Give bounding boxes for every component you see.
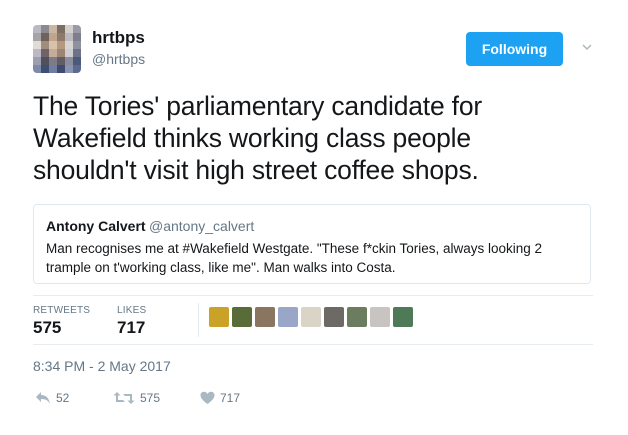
avatar-pixel (65, 49, 73, 57)
tweet-line: The Tories' parliamentary candidate for (33, 91, 482, 121)
reply-icon (36, 392, 50, 404)
avatar-pixel (57, 65, 65, 73)
liker-avatar[interactable] (370, 307, 390, 327)
likes-count[interactable]: 717 (117, 318, 145, 338)
avatar-pixel (73, 65, 81, 73)
tweet-text: The Tories' parliamentary candidate for … (33, 90, 593, 186)
avatar-pixel (33, 65, 41, 73)
tweet-timestamp[interactable]: 8:34 PM - 2 May 2017 (33, 358, 171, 374)
avatar-pixel (49, 33, 57, 41)
avatar-pixel (65, 65, 73, 73)
liker-avatar[interactable] (255, 307, 275, 327)
chevron-down-icon[interactable] (580, 40, 594, 54)
liker-avatar[interactable] (347, 307, 367, 327)
avatar-pixel (41, 49, 49, 57)
avatar-pixel (65, 25, 73, 33)
quoted-line: trample on t'working class, like me". Ma… (46, 260, 396, 275)
tweet-line: Wakefield thinks working class people (33, 123, 471, 153)
liker-avatar[interactable] (209, 307, 229, 327)
stats-divider (198, 303, 199, 337)
retweet-count: 575 (140, 391, 161, 405)
avatar-pixel (73, 57, 81, 65)
avatar-pixel (33, 57, 41, 65)
reply-button[interactable]: 52 (35, 391, 69, 405)
avatar-pixel (33, 41, 41, 49)
avatar-pixel (65, 41, 73, 49)
avatar-pixel (57, 49, 65, 57)
liker-avatar[interactable] (393, 307, 413, 327)
liker-avatars (209, 307, 413, 327)
like-button[interactable]: 717 (200, 391, 240, 405)
author-handle[interactable]: @hrtbps (92, 51, 145, 67)
retweets-count[interactable]: 575 (33, 318, 61, 338)
divider (33, 295, 593, 296)
avatar-pixel (33, 33, 41, 41)
liker-avatar[interactable] (301, 307, 321, 327)
quoted-author-handle[interactable]: @antony_calvert (149, 218, 254, 234)
liker-avatar[interactable] (278, 307, 298, 327)
reply-count: 52 (56, 391, 70, 405)
tweet-line: shouldn't visit high street coffee shops… (33, 155, 479, 185)
avatar-pixel (49, 49, 57, 57)
quoted-line: Man recognises me at #Wakefield Westgate… (46, 241, 543, 256)
retweet-button[interactable]: 575 (113, 391, 160, 405)
avatar-pixel (33, 49, 41, 57)
following-button-label: Following (481, 41, 548, 57)
avatar-pixel (65, 33, 73, 41)
avatar-pixel (33, 25, 41, 33)
avatar-pixel (49, 65, 57, 73)
avatar-pixel (41, 33, 49, 41)
avatar-pixel (57, 41, 65, 49)
avatar-pixel (49, 57, 57, 65)
avatar-pixel (41, 41, 49, 49)
avatar-pixel (73, 33, 81, 41)
quoted-tweet-text: Man recognises me at #Wakefield Westgate… (46, 239, 581, 277)
author-name[interactable]: hrtbps (92, 28, 145, 48)
quoted-tweet[interactable]: Antony Calvert @antony_calvert Man recog… (33, 204, 591, 284)
likes-label[interactable]: LIKES (117, 305, 146, 316)
avatar-pixel (41, 57, 49, 65)
heart-icon (200, 391, 215, 404)
like-count: 717 (220, 391, 241, 405)
avatar-pixel (49, 41, 57, 49)
avatar-pixel (65, 57, 73, 65)
quoted-author-name[interactable]: Antony Calvert (46, 218, 146, 234)
avatar-pixel (73, 49, 81, 57)
retweets-label[interactable]: RETWEETS (33, 305, 90, 316)
avatar-pixel (57, 57, 65, 65)
avatar-pixel (49, 25, 57, 33)
liker-avatar[interactable] (324, 307, 344, 327)
divider (33, 344, 593, 345)
avatar-pixel (41, 65, 49, 73)
retweet-icon (113, 392, 135, 404)
liker-avatar[interactable] (232, 307, 252, 327)
avatar-pixel (73, 41, 81, 49)
avatar-pixel (57, 25, 65, 33)
avatar[interactable] (33, 25, 81, 73)
avatar-pixel (73, 25, 81, 33)
avatar-pixel (57, 33, 65, 41)
avatar-pixel (41, 25, 49, 33)
following-button[interactable]: Following (466, 32, 563, 66)
